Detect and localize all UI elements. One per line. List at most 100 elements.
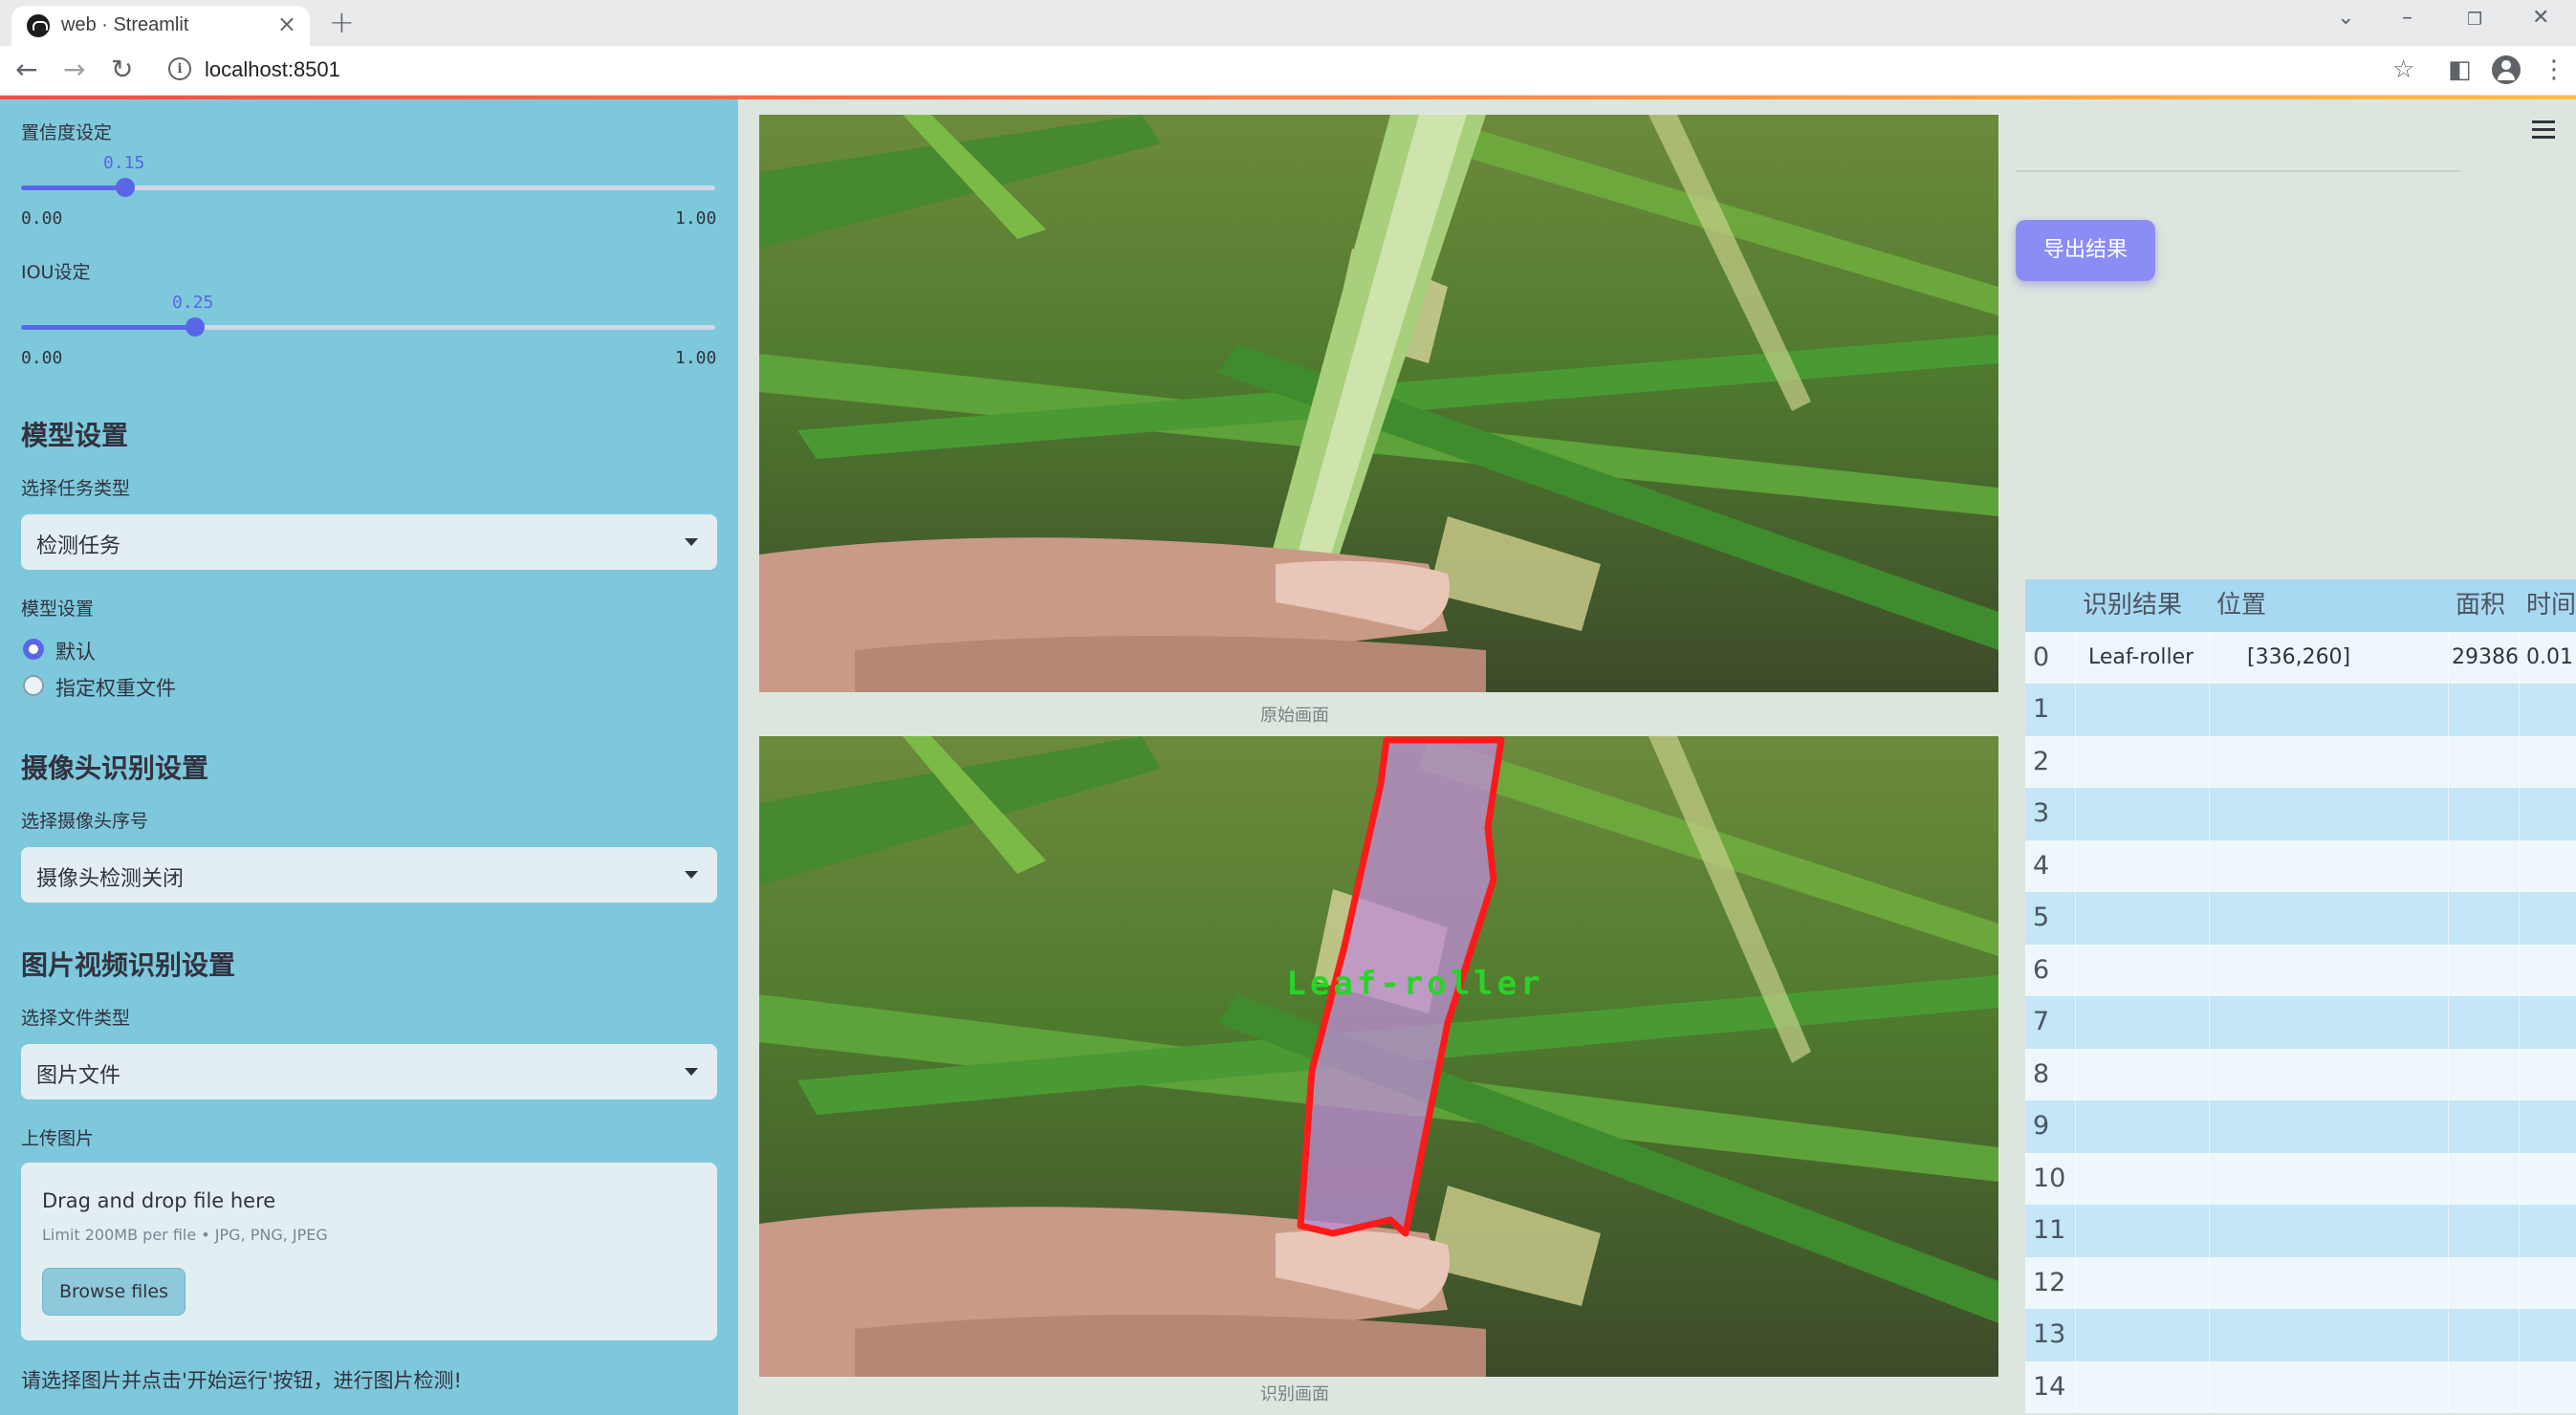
iou-max: 1.00: [675, 348, 717, 368]
table-row[interactable]: 12: [2025, 1256, 2576, 1309]
column-divider: [2075, 839, 2076, 892]
column-divider: [2448, 788, 2449, 840]
column-divider: [2448, 1309, 2449, 1361]
iou-slider-fill: [21, 325, 195, 330]
column-divider: [2075, 788, 2076, 840]
url-text[interactable]: localhost:8501: [205, 57, 340, 82]
radio-default[interactable]: [23, 639, 44, 660]
table-row[interactable]: 2: [2025, 735, 2576, 788]
row-index: 3: [2033, 798, 2050, 828]
column-divider: [2075, 892, 2076, 945]
table-row[interactable]: 4: [2025, 839, 2576, 892]
column-divider: [2448, 944, 2449, 996]
model-setting-label: 模型设置: [21, 599, 95, 620]
tab-search-chevron-icon[interactable]: ⌄: [2337, 6, 2354, 30]
column-divider: [2209, 1152, 2210, 1205]
iou-label: IOU设定: [21, 262, 91, 283]
table-row[interactable]: 9: [2025, 1100, 2576, 1153]
table-cell: 29386: [2452, 644, 2519, 669]
restore-window-icon[interactable]: ❐: [2467, 10, 2482, 30]
table-row[interactable]: 13: [2025, 1309, 2576, 1361]
table-row[interactable]: 8: [2025, 1048, 2576, 1100]
table-row[interactable]: 6: [2025, 944, 2576, 996]
column-divider: [2209, 788, 2210, 840]
table-header-cell[interactable]: 位置: [2216, 579, 2266, 632]
close-window-icon[interactable]: ✕: [2532, 6, 2549, 30]
radio-default-label[interactable]: 默认: [55, 637, 96, 665]
close-tab-icon[interactable]: ×: [277, 11, 296, 37]
iou-slider[interactable]: [21, 317, 715, 337]
detection-label: Leaf-roller: [1286, 965, 1543, 1003]
table-row[interactable]: 7: [2025, 996, 2576, 1049]
site-info-icon[interactable]: i: [168, 57, 191, 80]
minimize-window-icon[interactable]: –: [2402, 6, 2412, 30]
camera-index-select[interactable]: 摄像头检测关闭: [21, 847, 717, 903]
table-row[interactable]: 3: [2025, 788, 2576, 840]
profile-avatar-icon[interactable]: [2492, 55, 2521, 84]
column-divider: [2519, 1152, 2520, 1205]
column-divider: [2209, 1100, 2210, 1153]
file-type-value: 图片文件: [36, 1064, 121, 1088]
column-divider: [2519, 735, 2520, 788]
column-divider: [2209, 1361, 2210, 1413]
row-index: 11: [2033, 1215, 2066, 1245]
result-image: Leaf-roller: [759, 736, 1998, 1377]
radio-custom-weights-label[interactable]: 指定权重文件: [55, 673, 176, 702]
row-index: 7: [2033, 1007, 2050, 1036]
browse-files-button[interactable]: Browse files: [42, 1268, 186, 1316]
forward-arrow-icon[interactable]: →: [63, 54, 85, 85]
column-divider: [2075, 1152, 2076, 1205]
file-type-label: 选择文件类型: [21, 1008, 131, 1029]
back-arrow-icon[interactable]: ←: [15, 54, 37, 85]
table-row[interactable]: 14: [2025, 1361, 2576, 1413]
table-row[interactable]: 5: [2025, 892, 2576, 945]
file-uploader-dropzone[interactable]: Drag and drop file here Limit 200MB per …: [21, 1163, 717, 1340]
column-divider: [2209, 1309, 2210, 1361]
iou-min: 0.00: [21, 348, 63, 368]
column-divider: [2519, 631, 2520, 684]
table-header-cell[interactable]: 时间: [2526, 579, 2576, 632]
column-divider: [2209, 944, 2210, 996]
row-index: 6: [2033, 954, 2050, 985]
browser-menu-icon[interactable]: ⋮: [2542, 55, 2566, 84]
column-divider: [2519, 944, 2520, 996]
chevron-down-icon: [685, 538, 698, 546]
confidence-slider[interactable]: [21, 178, 715, 197]
new-tab-icon[interactable]: +: [329, 4, 355, 40]
table-header-cell[interactable]: 面积: [2456, 579, 2505, 632]
row-index: 4: [2033, 850, 2050, 881]
column-divider: [2075, 1205, 2076, 1257]
export-results-button[interactable]: 导出结果: [2016, 220, 2155, 281]
file-type-select[interactable]: 图片文件: [21, 1044, 717, 1099]
bookmark-star-icon[interactable]: ☆: [2392, 55, 2414, 84]
column-divider: [2448, 1048, 2449, 1100]
column-divider: [2075, 1256, 2076, 1309]
column-divider: [2075, 1100, 2076, 1153]
table-header-cell[interactable]: 识别结果: [2083, 579, 2182, 632]
table-row[interactable]: 1: [2025, 684, 2576, 736]
side-panel-icon[interactable]: ◧: [2448, 55, 2472, 84]
column-divider: [2519, 1361, 2520, 1413]
column-divider: [2519, 684, 2520, 736]
confidence-slider-thumb[interactable]: [115, 178, 135, 197]
table-cell: [336,260]: [2247, 644, 2351, 669]
column-divider: [2075, 944, 2076, 996]
row-index: 8: [2033, 1058, 2050, 1089]
hamburger-menu-icon[interactable]: [2532, 120, 2555, 143]
iou-slider-thumb[interactable]: [185, 317, 205, 337]
row-index: 1: [2033, 694, 2050, 724]
reload-icon[interactable]: ↻: [111, 54, 133, 85]
browser-tab[interactable]: web · Streamlit ×: [11, 6, 310, 46]
radio-custom-weights[interactable]: [23, 675, 44, 696]
column-divider: [2209, 1205, 2210, 1257]
table-row[interactable]: 11: [2025, 1205, 2576, 1257]
column-divider: [2075, 1309, 2076, 1361]
row-index: 5: [2033, 903, 2050, 932]
column-divider: [2075, 684, 2076, 736]
camera-section-heading: 摄像头识别设置: [21, 752, 209, 784]
task-type-select[interactable]: 检测任务: [21, 514, 717, 570]
model-section-heading: 模型设置: [21, 420, 129, 451]
table-row[interactable]: 0 Leaf-roller [336,260] 29386 0.01: [2025, 631, 2576, 684]
iou-value: 0.25: [172, 293, 214, 313]
table-row[interactable]: 10: [2025, 1152, 2576, 1205]
